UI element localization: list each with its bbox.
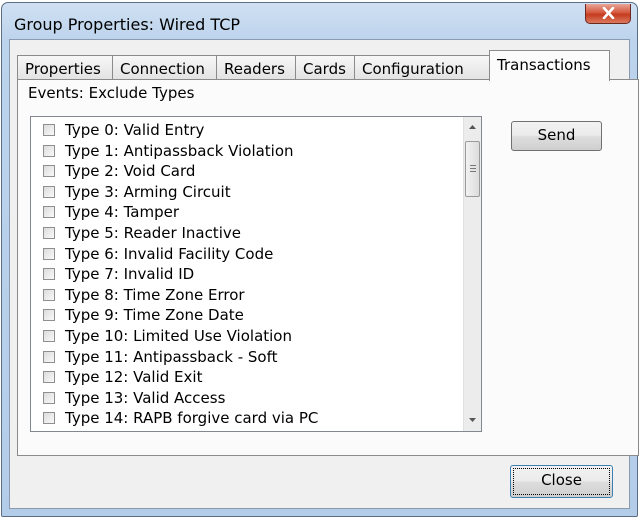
- tab-label: Configuration: [362, 60, 464, 78]
- scroll-down-button[interactable]: [464, 412, 481, 429]
- scroll-up-button[interactable]: [464, 119, 481, 136]
- event-type-item[interactable]: Type 14: RAPB forgive card via PC: [31, 408, 463, 429]
- event-type-item[interactable]: Type 2: Void Card: [31, 161, 463, 182]
- event-type-checkbox[interactable]: [43, 226, 55, 239]
- event-type-item[interactable]: Type 13: Valid Access: [31, 388, 463, 409]
- event-type-label: Type 10: Limited Use Violation: [65, 326, 292, 345]
- event-type-label: Type 11: Antipassback - Soft: [65, 347, 278, 366]
- vertical-scrollbar[interactable]: [463, 117, 481, 431]
- event-type-item[interactable]: Type 12: Valid Exit: [31, 367, 463, 388]
- event-type-checkbox[interactable]: [43, 185, 55, 198]
- event-type-label: Type 2: Void Card: [65, 162, 196, 181]
- event-type-item[interactable]: Type 9: Time Zone Date: [31, 305, 463, 326]
- event-type-label: Type 4: Tamper: [65, 203, 179, 222]
- event-type-checkbox[interactable]: [43, 247, 55, 260]
- events-group-label: Events: Exclude Types: [28, 84, 195, 102]
- event-type-label: Type 6: Invalid Facility Code: [65, 244, 274, 263]
- tab-label: Readers: [224, 60, 285, 78]
- event-type-checkbox[interactable]: [43, 144, 55, 157]
- tab-transactions[interactable]: Transactions: [489, 50, 610, 81]
- tab-label: Properties: [25, 60, 101, 78]
- event-type-item[interactable]: Type 8: Time Zone Error: [31, 285, 463, 306]
- close-button[interactable]: Close: [510, 465, 613, 498]
- event-type-label: Type 9: Time Zone Date: [65, 306, 244, 325]
- event-type-label: Type 14: RAPB forgive card via PC: [65, 409, 319, 428]
- event-type-label: Type 12: Valid Exit: [65, 368, 203, 387]
- scroll-up-arrow-icon: [469, 125, 476, 129]
- event-type-label: Type 3: Arming Circuit: [65, 182, 231, 201]
- event-type-item[interactable]: Type 6: Invalid Facility Code: [31, 244, 463, 265]
- event-type-checkbox[interactable]: [43, 288, 55, 301]
- send-button-label: Send: [537, 126, 576, 144]
- event-type-checkbox[interactable]: [43, 412, 55, 425]
- event-type-label: Type 5: Reader Inactive: [65, 223, 241, 242]
- send-button[interactable]: Send: [511, 121, 602, 151]
- dialog-body: Properties Connection Readers Cards Conf…: [9, 39, 639, 509]
- title-bar[interactable]: Group Properties: Wired TCP: [2, 3, 637, 39]
- event-type-item[interactable]: Type 10: Limited Use Violation: [31, 326, 463, 347]
- scroll-thumb[interactable]: [465, 141, 480, 197]
- tab-cards[interactable]: Cards: [295, 55, 355, 80]
- event-type-item[interactable]: Type 3: Arming Circuit: [31, 182, 463, 203]
- tab-label: Connection: [120, 60, 205, 78]
- event-type-item[interactable]: Type 5: Reader Inactive: [31, 223, 463, 244]
- tab-label: Transactions: [497, 56, 591, 74]
- event-type-label: Type 7: Invalid ID: [65, 265, 195, 284]
- event-type-item[interactable]: Type 4: Tamper: [31, 202, 463, 223]
- event-type-checkbox[interactable]: [43, 329, 55, 342]
- window-close-button[interactable]: [585, 4, 631, 24]
- event-type-checkbox[interactable]: [43, 309, 55, 322]
- event-type-checkbox[interactable]: [43, 371, 55, 384]
- event-type-item[interactable]: Type 11: Antipassback - Soft: [31, 347, 463, 368]
- event-type-item[interactable]: Type 0: Valid Entry: [31, 120, 463, 141]
- tab-connection[interactable]: Connection: [112, 55, 217, 80]
- close-icon: [602, 7, 615, 19]
- event-type-label: Type 13: Valid Access: [65, 388, 226, 407]
- event-type-checkbox[interactable]: [43, 165, 55, 178]
- tab-configuration[interactable]: Configuration: [354, 55, 490, 80]
- exclude-types-list[interactable]: Type 0: Valid Entry Type 1: Antipassback …: [30, 116, 482, 432]
- event-type-checkbox[interactable]: [43, 350, 55, 363]
- close-button-label: Close: [541, 471, 582, 489]
- event-type-checkbox[interactable]: [43, 391, 55, 404]
- event-type-checkbox[interactable]: [43, 206, 55, 219]
- event-type-items: Type 0: Valid Entry Type 1: Antipassback …: [31, 120, 463, 429]
- tab-properties[interactable]: Properties: [17, 55, 113, 80]
- event-type-label: Type 0: Valid Entry: [65, 121, 205, 139]
- event-type-checkbox[interactable]: [43, 124, 55, 136]
- dialog-window: Group Properties: Wired TCP Properties C…: [1, 2, 639, 517]
- event-type-label: Type 8: Time Zone Error: [65, 285, 245, 304]
- tab-readers[interactable]: Readers: [216, 55, 296, 80]
- event-type-checkbox[interactable]: [43, 268, 55, 281]
- tab-label: Cards: [303, 60, 346, 78]
- scroll-down-arrow-icon: [469, 418, 476, 422]
- event-type-item[interactable]: Type 1: Antipassback Violation: [31, 141, 463, 162]
- event-type-item[interactable]: Type 7: Invalid ID: [31, 264, 463, 285]
- window-title: Group Properties: Wired TCP: [14, 15, 241, 34]
- event-type-label: Type 1: Antipassback Violation: [65, 141, 294, 160]
- transactions-panel: Events: Exclude Types Type 0: Valid Entr…: [17, 79, 639, 456]
